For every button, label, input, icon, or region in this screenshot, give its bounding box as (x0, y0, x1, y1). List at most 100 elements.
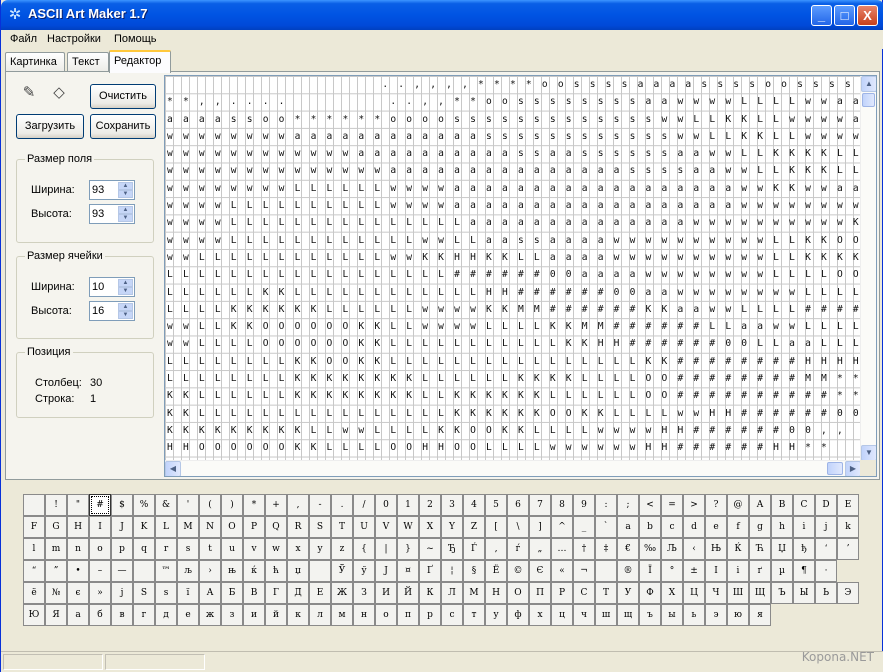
char-key[interactable]: T (331, 516, 353, 538)
char-key[interactable]: љ (177, 560, 199, 582)
char-key[interactable]: ‚ (485, 538, 507, 560)
char-key[interactable]: х (529, 604, 551, 626)
scroll-right-icon[interactable]: ▶ (845, 461, 861, 476)
char-key[interactable]: ђ (793, 538, 815, 560)
char-key[interactable]: п (397, 604, 419, 626)
char-key[interactable]: · (815, 560, 837, 582)
char-key[interactable]: ў (353, 560, 375, 582)
char-key[interactable]: Y (441, 516, 463, 538)
ascii-row[interactable]: a a a a s s o o * * * * * * o o o o s s … (165, 111, 861, 128)
char-key[interactable]: s (177, 538, 199, 560)
char-key[interactable]: Щ (749, 582, 771, 604)
tab-text[interactable]: Текст (67, 52, 109, 72)
char-key[interactable]: k (837, 516, 859, 538)
char-key[interactable]: m (45, 538, 67, 560)
char-key[interactable]: 7 (529, 494, 551, 516)
char-key[interactable]: µ (771, 560, 793, 582)
char-key[interactable]: ш (595, 604, 617, 626)
char-key[interactable]: p (111, 538, 133, 560)
char-key[interactable] (133, 560, 155, 582)
char-key[interactable]: d (683, 516, 705, 538)
char-key[interactable]: * (243, 494, 265, 516)
char-key[interactable]: р (419, 604, 441, 626)
char-key[interactable]: « (551, 560, 573, 582)
char-key[interactable]: M (177, 516, 199, 538)
char-key[interactable]: x (287, 538, 309, 560)
title-bar[interactable]: ✲ ASCII Art Maker 1.7 _ □ X (1, 0, 883, 30)
char-key[interactable]: И (375, 582, 397, 604)
char-key[interactable]: ' (177, 494, 199, 516)
char-key[interactable]: ¬ (573, 560, 595, 582)
ascii-row[interactable]: . . , , , , * * * * o o s s s s a a a a … (165, 76, 861, 93)
ascii-row[interactable]: K K L L L L L L K K K K K K K K L L K K … (165, 387, 861, 404)
char-key[interactable]: и (243, 604, 265, 626)
char-key[interactable]: " (67, 494, 89, 516)
char-key[interactable]: І (705, 560, 727, 582)
char-key[interactable]: – (89, 560, 111, 582)
char-key[interactable]: [ (485, 516, 507, 538)
char-key[interactable]: > (683, 494, 705, 516)
char-key[interactable]: Н (485, 582, 507, 604)
cell-height-input[interactable] (92, 303, 118, 319)
char-key[interactable]: q (133, 538, 155, 560)
char-key[interactable]: ~ (419, 538, 441, 560)
ascii-row[interactable]: w w w w w w w w a a a a a a a a a a a a … (165, 128, 861, 145)
char-key[interactable]: Ј (375, 560, 397, 582)
field-height-stepper[interactable]: ▲▼ (89, 204, 135, 224)
char-key[interactable]: Њ (705, 538, 727, 560)
maximize-button[interactable]: □ (834, 5, 855, 26)
char-key[interactable]: П (529, 582, 551, 604)
char-key[interactable]: Ч (705, 582, 727, 604)
char-key[interactable]: b (639, 516, 661, 538)
cell-height-stepper[interactable]: ▲▼ (89, 301, 135, 321)
char-key[interactable]: n (67, 538, 89, 560)
char-key[interactable]: 8 (551, 494, 573, 516)
ascii-row[interactable]: w w L L K K O O O O O O K K L L w w w w … (165, 318, 861, 335)
chevron-down-icon[interactable]: ▼ (118, 311, 133, 319)
char-key[interactable]: л (309, 604, 331, 626)
char-key[interactable]: ‘ (815, 538, 837, 560)
chevron-up-icon[interactable]: ▲ (118, 303, 133, 311)
char-key[interactable]: 4 (463, 494, 485, 516)
menu-help[interactable]: Помощь (114, 33, 157, 45)
chevron-up-icon[interactable]: ▲ (118, 206, 133, 214)
horizontal-scrollbar[interactable]: ◀ ▶ (165, 460, 861, 476)
char-key[interactable]: Ґ (419, 560, 441, 582)
char-key[interactable]: в (111, 604, 133, 626)
ascii-row[interactable]: L L L L L L L L L L L L L L L L L L # # … (165, 266, 861, 283)
char-key[interactable]: f (727, 516, 749, 538)
char-key[interactable]: д (155, 604, 177, 626)
char-key[interactable]: н (353, 604, 375, 626)
char-key[interactable]: Џ (771, 538, 793, 560)
tab-editor[interactable]: Редактор (109, 50, 171, 73)
char-key[interactable]: ё (23, 582, 45, 604)
char-key[interactable]: ’ (837, 538, 859, 560)
char-key[interactable]: Ђ (441, 538, 463, 560)
chevron-up-icon[interactable]: ▲ (118, 279, 133, 287)
char-key[interactable]: E (837, 494, 859, 516)
char-key[interactable]: C (793, 494, 815, 516)
char-key[interactable]: ц (551, 604, 573, 626)
char-key[interactable]: v (243, 538, 265, 560)
char-key[interactable]: l (23, 538, 45, 560)
char-key[interactable]: Б (221, 582, 243, 604)
char-key[interactable]: е (177, 604, 199, 626)
save-button[interactable]: Сохранить (90, 114, 156, 139)
char-key[interactable]: э (705, 604, 727, 626)
char-key[interactable]: V (375, 516, 397, 538)
chevron-up-icon[interactable]: ▲ (118, 182, 133, 190)
char-key[interactable]: 1 (397, 494, 419, 516)
char-key[interactable]: 3 (441, 494, 463, 516)
char-key[interactable]: c (661, 516, 683, 538)
char-key[interactable]: H (67, 516, 89, 538)
char-key[interactable]: г (133, 604, 155, 626)
char-key[interactable]: ± (683, 560, 705, 582)
vertical-scroll-thumb[interactable] (862, 93, 875, 107)
char-key[interactable]: є (67, 582, 89, 604)
ascii-row[interactable]: w w w w w w w w w w w w a a a a a a a a … (165, 145, 861, 162)
char-key[interactable]: Ѓ (463, 538, 485, 560)
char-key[interactable]: й (265, 604, 287, 626)
char-key[interactable]: § (463, 560, 485, 582)
char-key[interactable]: i (793, 516, 815, 538)
field-width-input[interactable] (92, 182, 118, 198)
